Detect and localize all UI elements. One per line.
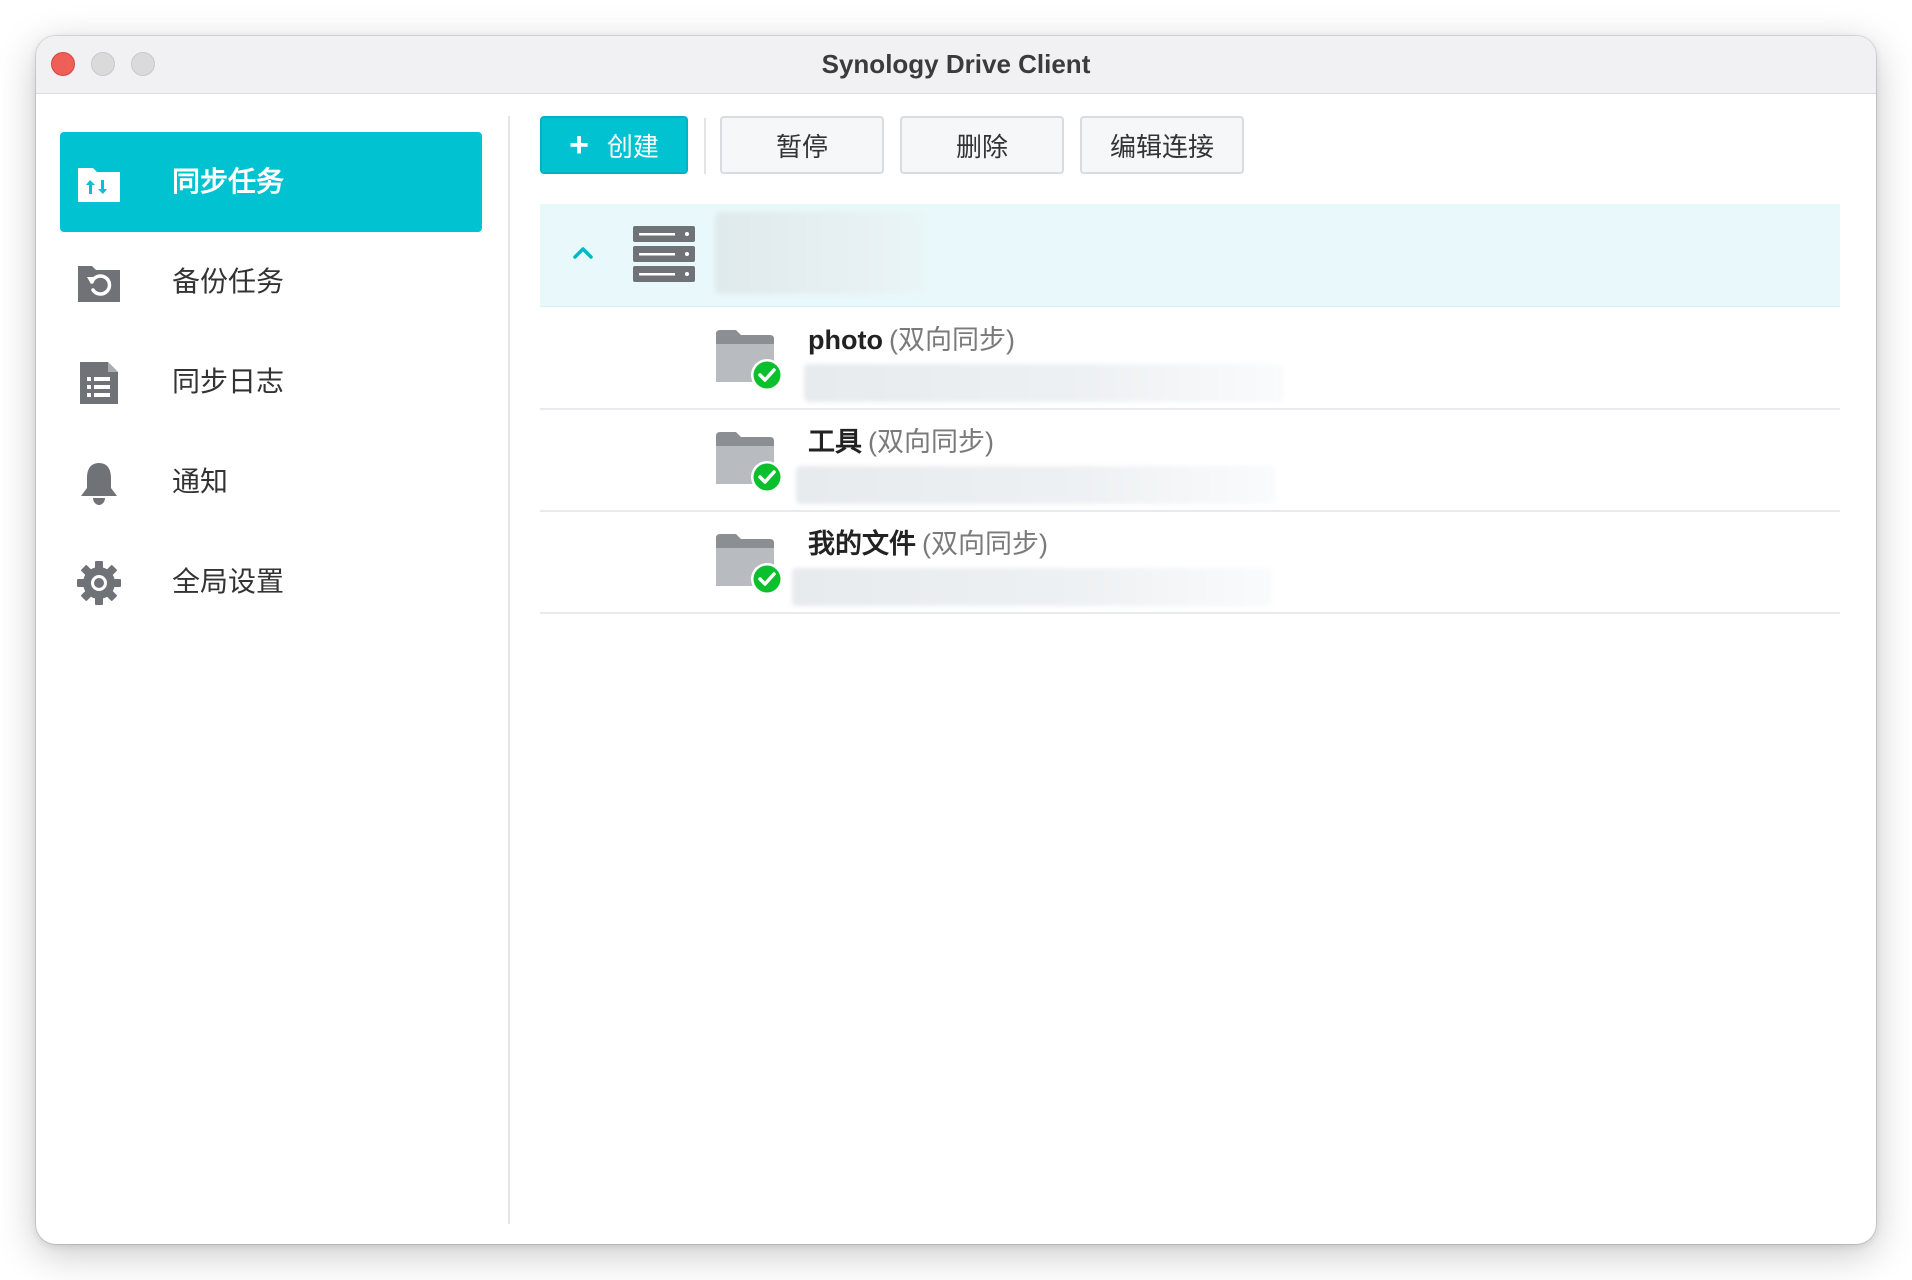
sidebar-item-backup-tasks[interactable]: 备份任务 <box>60 232 482 332</box>
delete-button[interactable]: 删除 <box>900 116 1064 174</box>
check-icon <box>753 565 781 593</box>
title-bar: Synology Drive Client <box>36 36 1876 94</box>
synced-folder-icon <box>716 534 783 595</box>
sidebar-item-global-settings[interactable]: 全局设置 <box>60 532 482 632</box>
sync-task-name: 工具 <box>808 427 862 457</box>
sidebar-item-label: 同步任务 <box>172 166 285 197</box>
server-connection-row[interactable] <box>540 204 1840 307</box>
sync-task-title: photo (双向同步) <box>808 322 1015 358</box>
sync-task-mode: (双向同步) <box>922 529 1048 559</box>
sync-task-row-tools[interactable]: 工具 (双向同步) <box>540 408 1840 512</box>
sidebar-item-label: 备份任务 <box>172 266 285 297</box>
sidebar-item-notifications[interactable]: 通知 <box>60 432 482 532</box>
sidebar-item-label: 同步日志 <box>172 366 285 397</box>
sync-task-mode: (双向同步) <box>888 325 1015 355</box>
sync-task-mode: (双向同步) <box>868 427 994 457</box>
sidebar-divider <box>508 116 510 1224</box>
bell-icon <box>81 463 117 505</box>
plus-icon: + <box>569 126 589 164</box>
check-icon <box>753 463 781 491</box>
edit-connection-button-label: 编辑连接 <box>1109 131 1214 162</box>
sidebar-item-label: 全局设置 <box>172 566 285 597</box>
delete-button-label: 删除 <box>955 131 1008 162</box>
sync-task-name: 我的文件 <box>808 529 916 559</box>
app-window: Synology Drive Client 同步任务 备份任务 同步日志 通知 … <box>36 36 1876 1244</box>
synced-folder-icon <box>716 330 783 391</box>
edit-connection-button[interactable]: 编辑连接 <box>1080 116 1244 174</box>
toolbar: + 创建 暂停 删除 编辑连接 <box>540 116 1340 176</box>
server-name-redacted <box>715 212 923 294</box>
server-icon <box>633 226 695 282</box>
sync-task-name: photo <box>808 325 883 355</box>
check-icon <box>753 361 781 389</box>
sync-task-title: 工具 (双向同步) <box>808 424 994 460</box>
window-title: Synology Drive Client <box>821 49 1091 79</box>
sync-task-row-photo[interactable]: photo (双向同步) <box>540 306 1840 410</box>
sync-folder-icon <box>78 168 120 202</box>
sidebar-item-sync-tasks[interactable]: 同步任务 <box>60 132 482 232</box>
pause-button-label: 暂停 <box>775 131 828 162</box>
sync-task-title: 我的文件 (双向同步) <box>808 526 1048 562</box>
synced-folder-icon <box>716 432 783 493</box>
sync-task-path-redacted <box>804 364 1284 402</box>
sidebar-item-sync-log[interactable]: 同步日志 <box>60 332 482 432</box>
gear-icon <box>77 561 121 605</box>
sync-task-row-my-files[interactable]: 我的文件 (双向同步) <box>540 510 1840 614</box>
create-button-label: 创建 <box>606 131 659 162</box>
pause-button[interactable]: 暂停 <box>720 116 884 174</box>
create-button[interactable]: + 创建 <box>540 116 688 174</box>
backup-folder-icon <box>78 266 120 302</box>
sidebar: 同步任务 备份任务 同步日志 通知 全局设置 <box>36 94 508 1244</box>
toolbar-separator <box>704 118 706 174</box>
sync-task-path-redacted <box>796 466 1276 504</box>
chevron-up-icon[interactable] <box>570 240 596 266</box>
sync-task-path-redacted <box>792 568 1272 606</box>
log-list-icon <box>80 362 118 404</box>
sidebar-item-label: 通知 <box>172 466 229 497</box>
